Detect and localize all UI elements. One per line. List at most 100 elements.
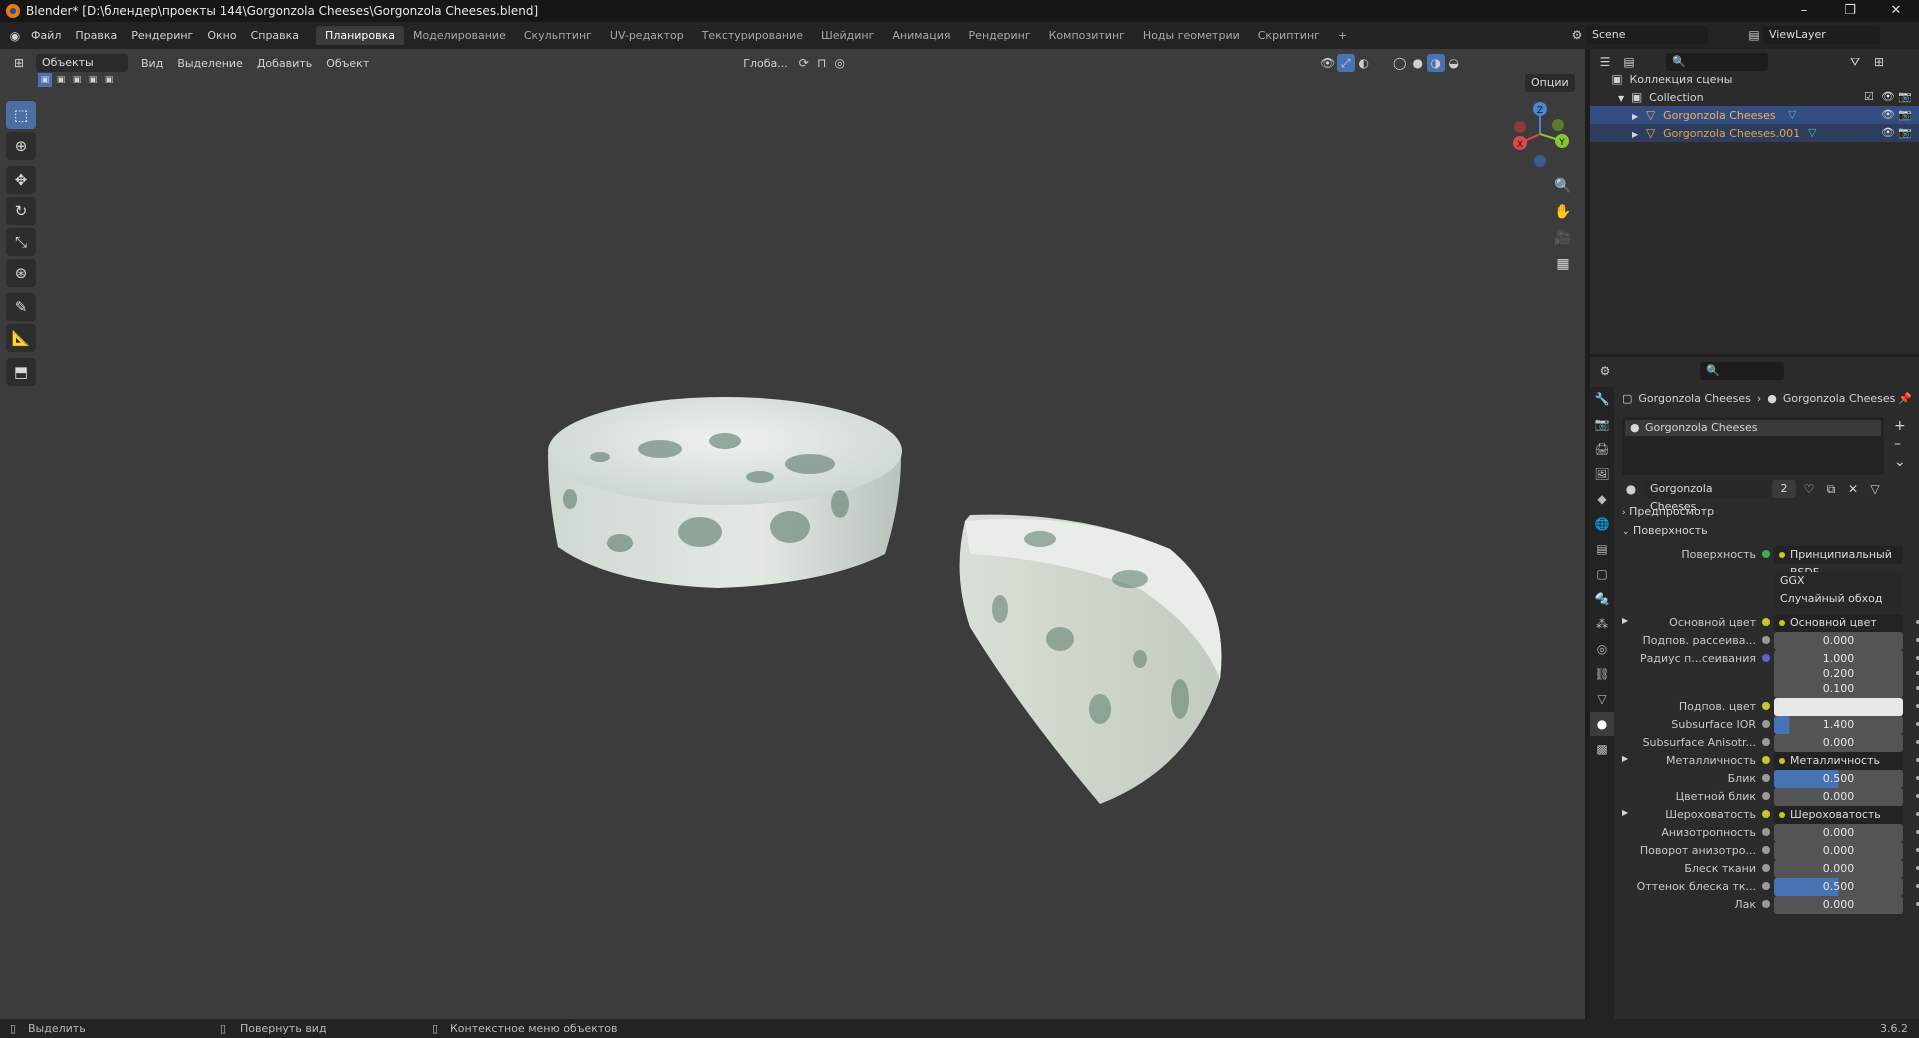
properties-editor-icon[interactable]: ⚙ — [1596, 362, 1614, 380]
material-tab-icon[interactable]: ● — [1590, 712, 1614, 736]
bsdf-input-value[interactable]: 0.000 — [1774, 842, 1903, 860]
display-mode-icon[interactable]: ▤ — [1620, 53, 1638, 71]
slot-menu-icon[interactable]: ⌄ — [1894, 453, 1906, 471]
pivot-icon[interactable]: ⟳ — [795, 54, 813, 72]
close-button[interactable]: ✕ — [1873, 0, 1919, 22]
bsdf-input-value[interactable]: 0.000 — [1774, 632, 1903, 650]
grid-perspective-icon[interactable]: ▦ — [1550, 251, 1576, 277]
menu-object[interactable]: Объект — [319, 57, 376, 70]
modifier-tab-icon[interactable]: 🔩 — [1590, 587, 1614, 611]
bsdf-input-value[interactable]: 0.100 — [1774, 680, 1903, 698]
input-socket-icon[interactable] — [1762, 618, 1770, 626]
menu-add[interactable]: Добавить — [250, 57, 319, 70]
tab-animation[interactable]: Анимация — [883, 26, 959, 45]
move-tool-icon[interactable]: ✥ — [6, 166, 36, 194]
editor-type-icon[interactable]: ⊞ — [10, 54, 28, 72]
tab-scripting[interactable]: Скриптинг — [1249, 26, 1329, 45]
rotate-tool-icon[interactable]: ↻ — [6, 197, 36, 225]
overlay-icon[interactable]: ◐ — [1355, 54, 1373, 72]
proportional-edit-icon[interactable]: ◎ — [831, 54, 849, 72]
tab-texture-paint[interactable]: Текстурирование — [693, 26, 812, 45]
bsdf-input-value[interactable]: 0.500 — [1774, 878, 1903, 896]
menu-edit[interactable]: Правка — [68, 29, 124, 42]
outliner-object-row[interactable]: ▶ ▽ Gorgonzola Cheeses ▽ 👁 📷 — [1590, 106, 1919, 124]
material-browse-icon[interactable]: ● — [1622, 480, 1640, 498]
surface-shader-field[interactable]: Принципиальный BSDF — [1774, 546, 1903, 579]
tab-geometry-nodes[interactable]: Ноды геометрии — [1134, 26, 1249, 45]
duplicate-material-icon[interactable]: ⧉ — [1822, 480, 1840, 498]
tab-shading[interactable]: Шейдинг — [812, 26, 883, 45]
cheese-wheel[interactable] — [548, 397, 902, 588]
input-socket-icon[interactable] — [1762, 738, 1770, 746]
menu-help[interactable]: Справка — [244, 29, 306, 42]
data-tab-icon[interactable]: ▽ — [1590, 687, 1614, 711]
select-box-tool-icon[interactable]: ⬚ — [6, 101, 36, 129]
bsdf-input-value[interactable] — [1774, 698, 1903, 716]
collection-eye-icon[interactable]: 👁 — [1881, 88, 1895, 106]
select-new-icon[interactable]: ▣ — [38, 73, 52, 87]
bsdf-input-value[interactable]: 0.000 — [1774, 860, 1903, 878]
outliner-search-input[interactable]: 🔍 — [1666, 53, 1768, 71]
navigation-gizmo[interactable]: Z Y X — [1505, 99, 1575, 169]
visibility-icon[interactable]: 👁 — [1319, 54, 1337, 72]
surface-expand-icon[interactable]: ⌄ — [1622, 527, 1630, 537]
scale-tool-icon[interactable]: ⤡ — [6, 228, 36, 256]
scene-name-field[interactable]: Scene — [1586, 26, 1708, 44]
expand-input-icon[interactable]: ▶ — [1622, 616, 1628, 625]
camera-icon[interactable]: 🎥 — [1550, 225, 1576, 251]
input-socket-icon[interactable] — [1762, 756, 1770, 764]
select-extend-icon[interactable]: ▣ — [54, 73, 68, 87]
collection-tab-icon[interactable]: ▤ — [1590, 537, 1614, 561]
object-eye-icon[interactable]: 👁 — [1881, 124, 1895, 142]
options-button[interactable]: Опции — [1525, 74, 1575, 92]
input-socket-icon[interactable] — [1762, 828, 1770, 836]
annotate-tool-icon[interactable]: ✎ — [6, 293, 36, 321]
input-socket-icon[interactable] — [1762, 636, 1770, 644]
constraints-tab-icon[interactable]: ⛓ — [1590, 662, 1614, 686]
cursor-tool-icon[interactable]: ⊕ — [6, 132, 36, 160]
restore-button[interactable]: ❐ — [1827, 0, 1873, 22]
solid-shading-icon[interactable]: ● — [1409, 54, 1427, 72]
collection-render-icon[interactable]: 📷 — [1898, 88, 1912, 106]
properties-search-input[interactable]: 🔍 — [1700, 362, 1784, 380]
pan-hand-icon[interactable]: ✋ — [1550, 199, 1576, 225]
shader-socket-icon[interactable] — [1762, 550, 1770, 558]
object-render-icon[interactable]: 📷 — [1898, 106, 1912, 124]
remove-slot-icon[interactable]: – — [1894, 435, 1906, 453]
input-socket-icon[interactable] — [1762, 864, 1770, 872]
outliner-object-row[interactable]: ▶ ▽ Gorgonzola Cheeses.001 ▽ 👁 📷 — [1590, 124, 1919, 142]
outliner-scene-collection[interactable]: ▣ Коллекция сцены — [1590, 70, 1919, 88]
material-users-count[interactable]: 2 — [1772, 480, 1796, 498]
texture-tab-icon[interactable]: ▩ — [1590, 737, 1614, 761]
viewlayer-name-field[interactable]: ViewLayer — [1763, 26, 1880, 44]
transform-tool-icon[interactable]: ⊛ — [6, 259, 36, 287]
bsdf-input-value[interactable]: Основной цвет — [1774, 614, 1903, 632]
output-tab-icon[interactable]: 🖨 — [1590, 437, 1614, 461]
cheese-render[interactable] — [540, 379, 1260, 879]
render-tab-icon[interactable]: 📷 — [1590, 412, 1614, 436]
input-socket-icon[interactable] — [1762, 900, 1770, 908]
add-workspace-button[interactable]: + — [1329, 26, 1356, 45]
bsdf-input-value[interactable]: 1.400 — [1774, 716, 1903, 734]
select-intersect-icon[interactable]: ▣ — [102, 73, 116, 87]
outliner-editor-icon[interactable]: ☰ — [1596, 53, 1614, 71]
add-slot-icon[interactable]: + — [1894, 417, 1906, 435]
scene-selector[interactable]: ⚙ Scene — [1568, 26, 1708, 44]
tool-tab-icon[interactable]: 🔧 — [1590, 387, 1614, 411]
select-subtract-icon[interactable]: ▣ — [70, 73, 84, 87]
pin-icon[interactable]: 📌 — [1898, 392, 1912, 405]
gizmo-toggle-icon[interactable]: ⤢ — [1336, 54, 1355, 72]
object-expand-icon[interactable]: ▶ — [1632, 112, 1638, 121]
surface-section[interactable]: ⌄ Поверхность — [1622, 524, 1912, 537]
tab-sculpting[interactable]: Скульптинг — [515, 26, 601, 45]
expand-input-icon[interactable]: ▶ — [1622, 808, 1628, 817]
menu-window[interactable]: Окно — [200, 29, 243, 42]
mesh-link-icon[interactable]: ▽ — [1866, 480, 1884, 498]
bsdf-input-value[interactable]: 0.000 — [1774, 896, 1903, 914]
mesh-data-icon[interactable]: ▽ — [1808, 124, 1816, 142]
outliner-collection[interactable]: ▼ ▣ Collection ☑ 👁 📷 — [1590, 88, 1919, 106]
input-socket-icon[interactable] — [1762, 774, 1770, 782]
bsdf-input-value[interactable]: 0.500 — [1774, 770, 1903, 788]
scene-tab-icon[interactable]: ◆ — [1590, 487, 1614, 511]
view-layer-tab-icon[interactable]: 🖼 — [1590, 462, 1614, 486]
